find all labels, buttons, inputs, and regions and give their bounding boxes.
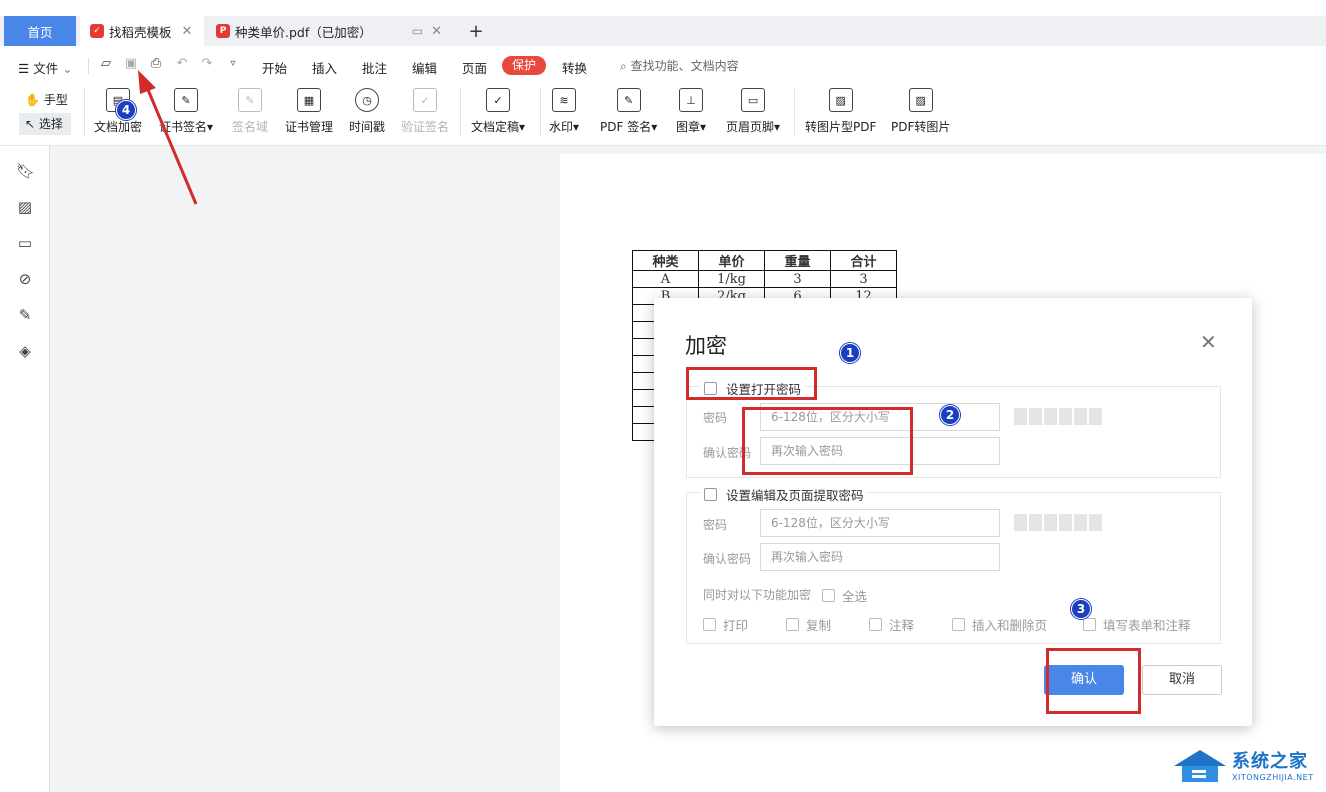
watermark-name: 系统之家 bbox=[1232, 750, 1308, 772]
house-logo-icon bbox=[1174, 750, 1226, 782]
pointer-arrow bbox=[138, 70, 198, 205]
site-watermark: 系统之家 XITONGZHIJIA.NET bbox=[1170, 744, 1314, 784]
watermark-url: XITONGZHIJIA.NET bbox=[1232, 772, 1314, 782]
